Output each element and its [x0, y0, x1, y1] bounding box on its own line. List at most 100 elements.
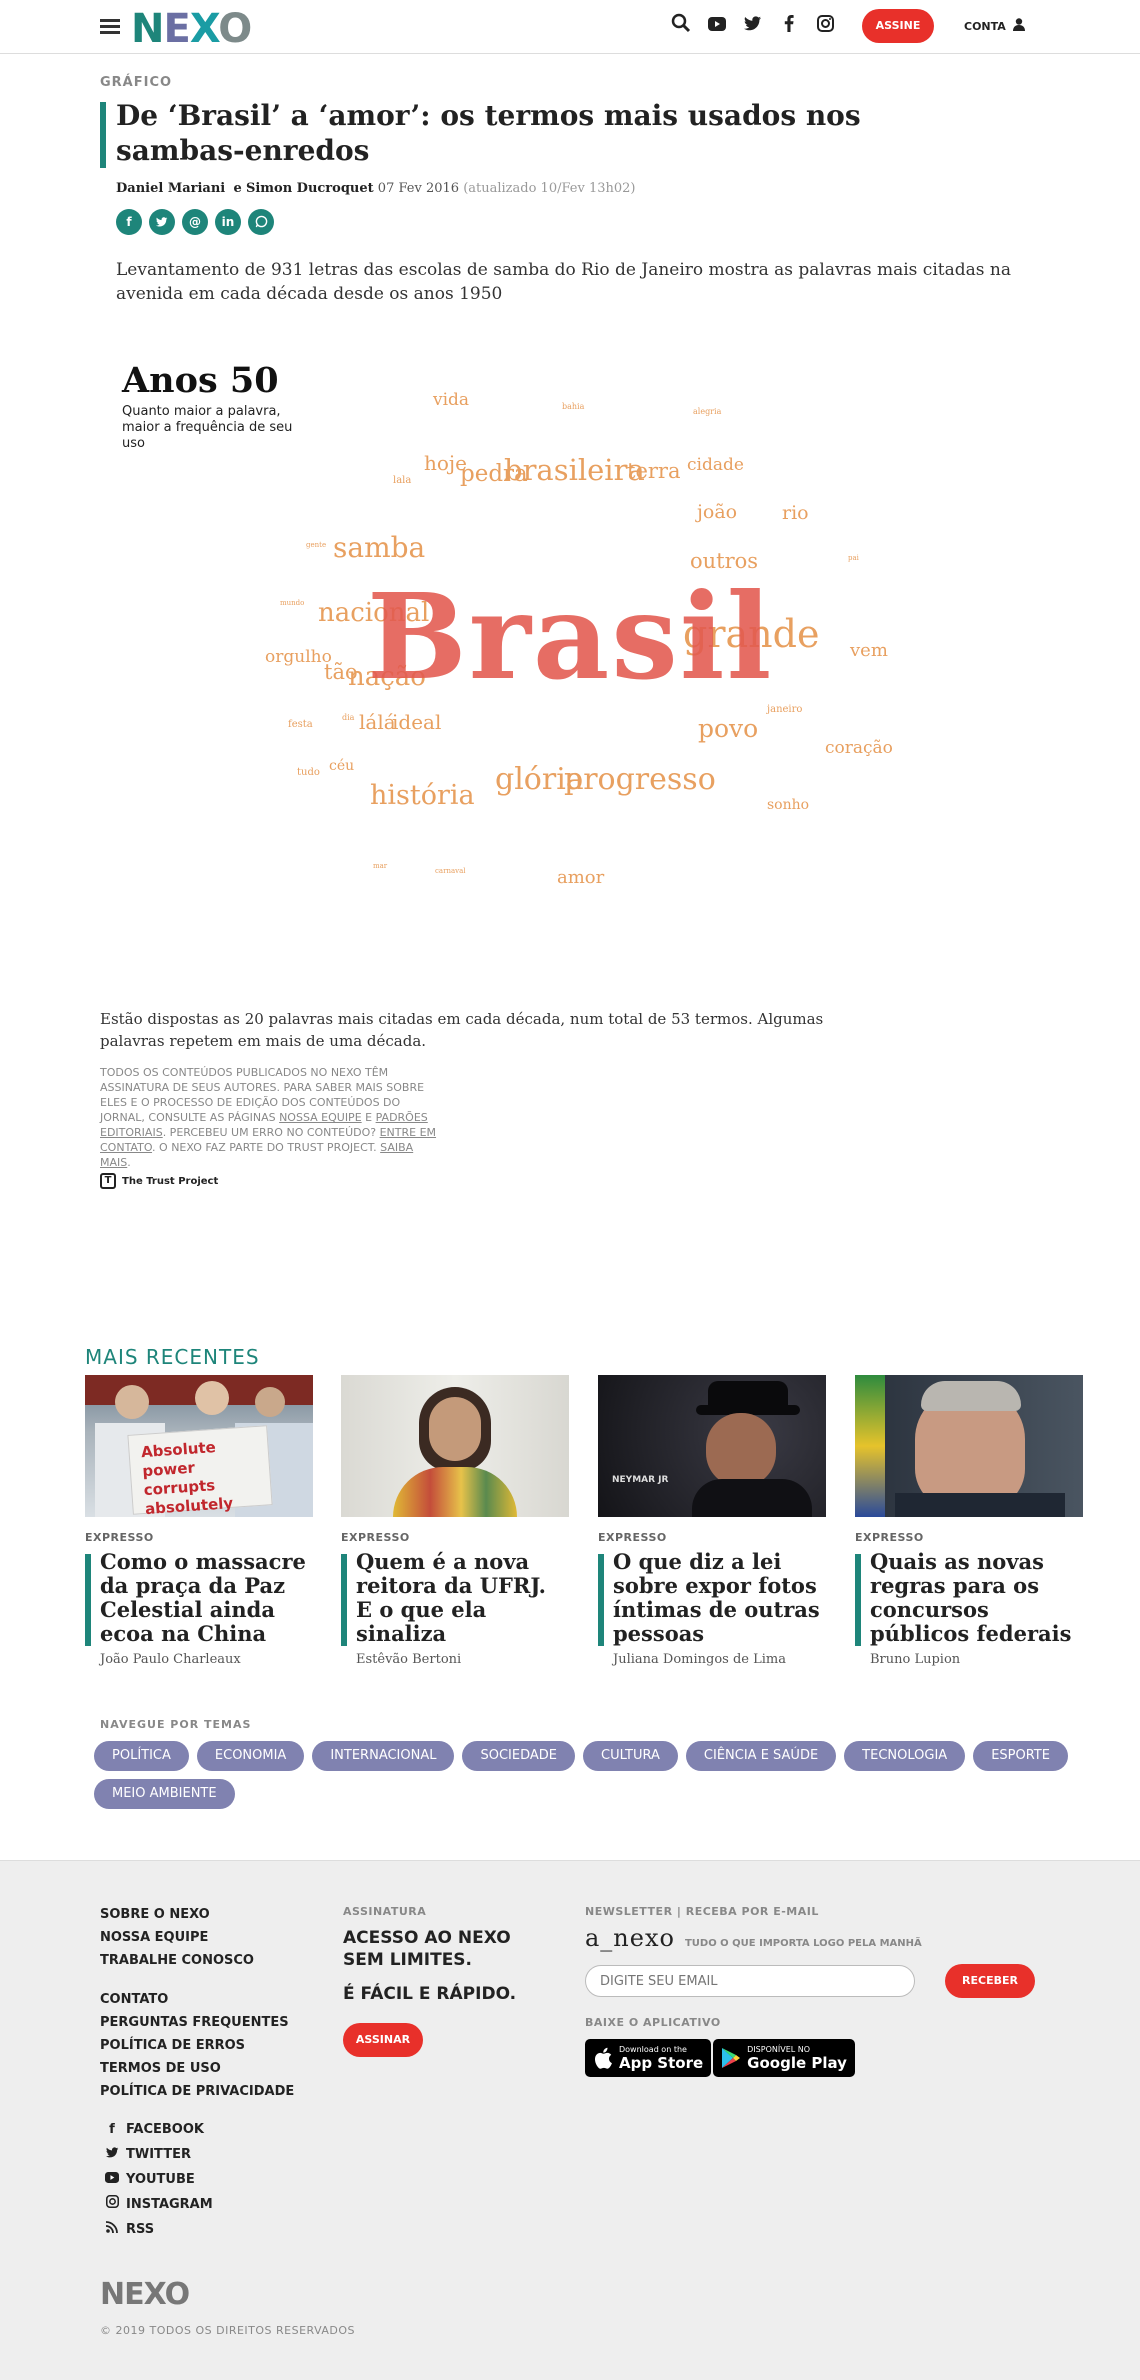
share-facebook-icon[interactable]: f	[116, 209, 142, 235]
gplay-small: DISPONÍVEL NO	[747, 2044, 811, 2054]
google-play-icon	[722, 2048, 741, 2068]
menu-icon[interactable]	[100, 19, 120, 35]
author-separator: e	[233, 181, 242, 196]
card-image[interactable]: Absolute power corrupts absolutely	[85, 1375, 313, 1517]
share-email-icon[interactable]: @	[182, 209, 208, 235]
facebook-link[interactable]: f FACEBOOK	[104, 2117, 213, 2142]
card-kicker: EXPRESSO	[855, 1531, 924, 1544]
card-title[interactable]: O que diz a lei sobre expor fotos íntima…	[613, 1550, 826, 1646]
recent-card[interactable]: NEYMAR JR EXPRESSO O que diz a lei sobre…	[598, 1375, 826, 1667]
card-image[interactable]: NEYMAR JR	[598, 1375, 826, 1517]
card-image[interactable]	[341, 1375, 569, 1517]
card-author[interactable]: Estêvão Bertoni	[341, 1652, 569, 1667]
cloud-word: vem	[850, 640, 888, 661]
card-author[interactable]: João Paulo Charleaux	[85, 1652, 313, 1667]
app-label: BAIXE O APLICATIVO	[585, 2016, 721, 2029]
topic-tag[interactable]: TECNOLOGIA	[844, 1741, 966, 1771]
share-whatsapp-icon[interactable]	[248, 209, 274, 235]
graphic-caption: Estão dispostas as 20 palavras mais cita…	[100, 1010, 824, 1050]
footer-link[interactable]: NOSSA EQUIPE	[100, 1926, 254, 1949]
subscribe-footer-button[interactable]: ASSINAR	[343, 2023, 423, 2057]
topic-tag[interactable]: CIÊNCIA E SAÚDE	[685, 1741, 837, 1771]
footer-logo[interactable]: NEXO	[100, 2277, 190, 2312]
trust-project-label: The Trust Project	[122, 1175, 219, 1187]
topic-tag[interactable]: ESPORTE	[973, 1741, 1068, 1771]
trust-project-logo[interactable]: T The Trust Project	[100, 1173, 218, 1189]
recent-card[interactable]: EXPRESSO Quem é a nova reitora da UFRJ. …	[341, 1375, 569, 1667]
footer-link[interactable]: CONTATO	[100, 1988, 294, 2011]
newsletter-label: NEWSLETTER | RECEBA POR E-MAIL	[585, 1905, 819, 1918]
card-title[interactable]: Quem é a nova reitora da UFRJ. E o que e…	[356, 1550, 569, 1646]
publish-date: 07 Fev 2016	[377, 181, 460, 196]
footer-link[interactable]: PERGUNTAS FREQUENTES	[100, 2011, 294, 2034]
cloud-word: brasileira	[504, 453, 645, 487]
instagram-icon	[104, 2192, 120, 2217]
cloud-word: dia	[342, 713, 355, 722]
footer-link[interactable]: TRABALHE CONOSCO	[100, 1949, 254, 1972]
cloud-word: tudo	[297, 767, 320, 778]
newsletter-submit-button[interactable]: RECEBER	[945, 1964, 1035, 1998]
topic-tag[interactable]: ECONOMIA	[196, 1741, 305, 1771]
rss-link[interactable]: RSS	[104, 2217, 213, 2242]
topic-tag[interactable]: MEIO AMBIENTE	[94, 1779, 235, 1809]
user-icon	[1012, 18, 1025, 31]
nexo-logo[interactable]: NEXO	[131, 9, 252, 49]
share-linkedin-icon[interactable]: in	[215, 209, 241, 235]
footer-link[interactable]: TERMOS DE USO	[100, 2057, 294, 2080]
footer-links-help: CONTATO PERGUNTAS FREQUENTES POLÍTICA DE…	[100, 1988, 294, 2103]
youtube-icon[interactable]	[706, 15, 728, 36]
google-play-badge[interactable]: DISPONÍVEL NO Google Play	[713, 2039, 855, 2077]
app-store-badge[interactable]: Download on the App Store	[585, 2039, 712, 2077]
title-accent-bar	[100, 102, 106, 168]
subscribe-button[interactable]: ASSINE	[862, 9, 934, 43]
subscription-subline: É FÁCIL E RÁPIDO.	[343, 1984, 517, 2004]
twitter-icon	[104, 2142, 120, 2167]
trust-notice: Todos os conteúdos publicados no Nexo tê…	[100, 1065, 440, 1170]
footer-links-about: SOBRE O NEXO NOSSA EQUIPE TRABALHE CONOS…	[100, 1903, 254, 1972]
anexo-tagline: TUDO O QUE IMPORTA LOGO PELA MANHÃ	[684, 1938, 922, 1949]
trust-text-3: . O Nexo faz parte do Trust Project.	[152, 1141, 377, 1154]
share-twitter-icon[interactable]	[149, 209, 175, 235]
cloud-word: lálá	[359, 710, 396, 734]
appstore-big: App Store	[619, 2053, 704, 2072]
card-accent-bar	[85, 1554, 91, 1646]
twitter-link[interactable]: TWITTER	[104, 2142, 213, 2167]
card-image[interactable]	[855, 1375, 1083, 1517]
instagram-icon[interactable]	[814, 14, 836, 37]
recent-card[interactable]: Absolute power corrupts absolutely EXPRE…	[85, 1375, 313, 1667]
footer-link[interactable]: POLÍTICA DE PRIVACIDADE	[100, 2080, 294, 2103]
rss-label: RSS	[126, 2222, 155, 2237]
youtube-label: YOUTUBE	[126, 2172, 195, 2187]
topic-tag[interactable]: INTERNACIONAL	[312, 1741, 455, 1771]
background-sign-text: NEYMAR JR	[612, 1475, 669, 1485]
updated-date: (atualizado 10/Fev 13h02)	[463, 181, 636, 196]
card-kicker: EXPRESSO	[598, 1531, 667, 1544]
apple-icon	[594, 2047, 612, 2069]
youtube-link[interactable]: YOUTUBE	[104, 2167, 213, 2192]
topic-tag[interactable]: SOCIEDADE	[462, 1741, 575, 1771]
card-author[interactable]: Juliana Domingos de Lima	[598, 1652, 826, 1667]
cloud-word: festa	[288, 719, 313, 730]
instagram-label: INSTAGRAM	[126, 2197, 213, 2212]
card-author[interactable]: Bruno Lupion	[855, 1652, 1083, 1667]
word-cloud-graphic: Anos 50 Quanto maior a palavra, maior a …	[100, 350, 980, 930]
facebook-icon[interactable]	[778, 14, 800, 37]
cloud-title: Anos 50	[122, 360, 279, 401]
author-2[interactable]: Simon Ducroquet	[246, 181, 374, 196]
search-icon[interactable]	[670, 13, 692, 38]
newsletter-email-input[interactable]	[585, 1965, 915, 1997]
equipe-link[interactable]: Nossa equipe	[279, 1111, 362, 1124]
footer-link[interactable]: SOBRE O NEXO	[100, 1903, 254, 1926]
twitter-icon[interactable]	[742, 15, 764, 36]
topic-tag[interactable]: POLÍTICA	[94, 1741, 189, 1771]
instagram-link[interactable]: INSTAGRAM	[104, 2192, 213, 2217]
card-title[interactable]: Como o massacre da praça da Paz Celestia…	[100, 1550, 313, 1646]
author-1[interactable]: Daniel Mariani	[116, 181, 225, 196]
card-title[interactable]: Quais as novas regras para os concursos …	[870, 1550, 1083, 1646]
account-link[interactable]: CONTA	[964, 18, 1025, 33]
cloud-word: progresso	[564, 762, 716, 797]
topic-tag[interactable]: CULTURA	[583, 1741, 678, 1771]
footer-link[interactable]: POLÍTICA DE ERROS	[100, 2034, 294, 2057]
twitter-label: TWITTER	[126, 2147, 191, 2162]
recent-card[interactable]: EXPRESSO Quais as novas regras para os c…	[855, 1375, 1083, 1667]
